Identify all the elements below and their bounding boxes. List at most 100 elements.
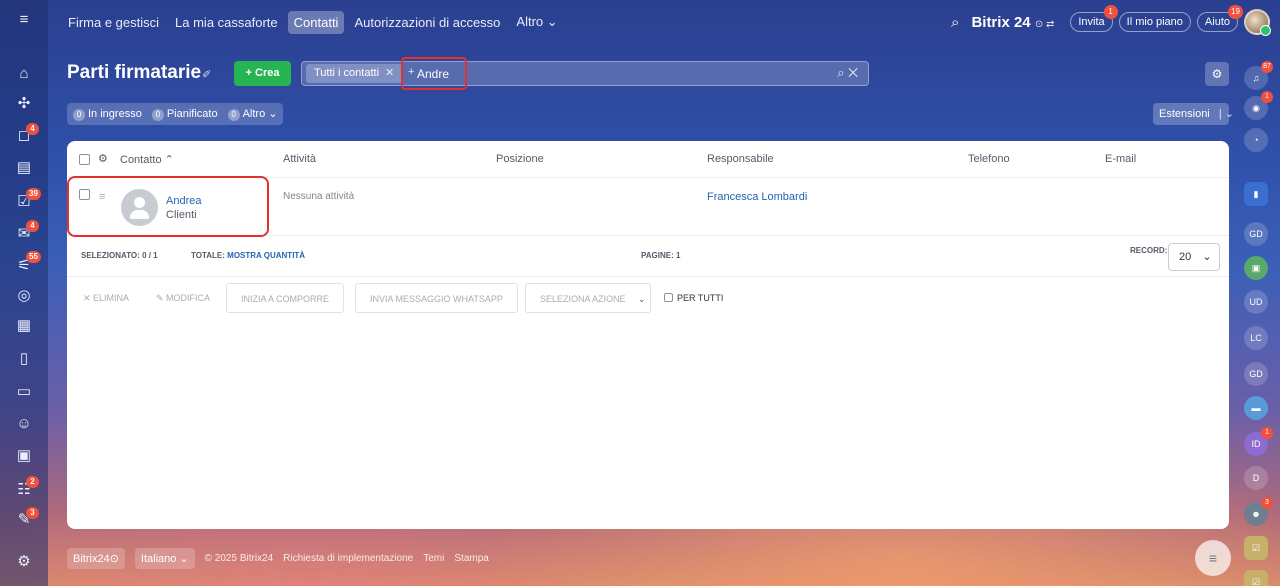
settings-icon[interactable]: ⚙	[14, 552, 34, 572]
select-action-dropdown[interactable]: SELEZIONA AZIONE ⌄	[525, 283, 651, 313]
contact-avatar-7[interactable]: ID 1	[1244, 427, 1273, 456]
for-all-checkbox[interactable]	[664, 293, 673, 303]
search-icon[interactable]: ⌕	[837, 65, 844, 80]
home-icon[interactable]: ⌂	[14, 64, 34, 84]
grid-footer: SELEZIONATO: 0 / 1 TOTALE: MOSTRA QUANTI…	[67, 236, 1229, 277]
invite-badge: 1	[1103, 5, 1118, 19]
counter-planned[interactable]: 0 Pianificato	[151, 108, 218, 121]
bookmark-icon[interactable]: ▮	[1244, 182, 1268, 206]
my-plan-button[interactable]: Il mio piano	[1118, 12, 1191, 32]
implementation-link[interactable]: Richiesta di implementazione	[283, 553, 413, 564]
nav-autorizzazioni[interactable]: Autorizzazioni di accesso	[348, 11, 506, 34]
counter-incoming[interactable]: 0 In ingresso	[73, 108, 142, 121]
print-link[interactable]: Stampa	[454, 553, 488, 564]
for-all-option[interactable]: PER TUTTI	[664, 283, 723, 313]
contact-avatar-5[interactable]: GD	[1244, 362, 1268, 386]
task-icon-2[interactable]: ☑	[1244, 570, 1268, 586]
pages-count: PAGINE: 1	[641, 251, 681, 260]
create-button[interactable]: + Crea	[234, 61, 291, 86]
language-select[interactable]: Italiano ⌄	[134, 547, 195, 569]
contact-avatar-2[interactable]: ▣	[1244, 256, 1268, 280]
highlight-row-frame	[67, 176, 269, 237]
task-icon[interactable]: ☑	[1244, 536, 1268, 560]
copyright: © 2025 Bitrix24	[204, 552, 274, 564]
nav-altro[interactable]: Altro ⌄	[510, 10, 563, 34]
bell-icon[interactable]: ♫ 87	[1244, 61, 1273, 90]
drive-icon[interactable]: ▭	[14, 382, 34, 402]
page-title: Parti firmatarie	[67, 62, 202, 83]
select-all-checkbox[interactable]	[79, 154, 90, 165]
compose-button[interactable]: INIZIA A COMPORRE	[226, 283, 345, 313]
grid-header: ⚙ Contatto ⌃ Attività Posizione Responsa…	[67, 141, 1229, 178]
contact-avatar-3[interactable]: UD	[1244, 290, 1268, 314]
contact-avatar-6[interactable]: ▬	[1244, 396, 1268, 420]
nav-contatti[interactable]: Contatti	[287, 10, 345, 34]
gear-icon[interactable]: ⚙	[1205, 62, 1229, 86]
filter-tag[interactable]: Tutti i contatti ✕	[306, 64, 403, 83]
highlight-search-frame	[401, 57, 467, 90]
contact-avatar-9[interactable]: ☻ 3	[1244, 497, 1273, 526]
search-icon[interactable]: ⌕	[951, 14, 959, 31]
column-phone[interactable]: Telefono	[968, 153, 1010, 165]
themes-link[interactable]: Temi	[423, 553, 444, 564]
clear-icon[interactable]: ✕	[848, 65, 858, 80]
records-label: RECORD:	[1130, 246, 1168, 255]
feed-icon[interactable]: ▤	[14, 158, 34, 178]
action-panel: ✕ ELIMINA ✎ MODIFICA INIZIA A COMPORRE I…	[67, 283, 1229, 313]
users-icon[interactable]: ☺	[14, 414, 34, 434]
column-activity[interactable]: Attività	[283, 153, 316, 165]
top-navigation: Firma e gestisci La mia cassaforte Conta…	[62, 9, 564, 35]
delete-button[interactable]: ✕ ELIMINA	[83, 283, 129, 313]
top-right-area: ⌕ Bitrix 24 ⊙ ⇄ Invita 1 Il mio piano Aiu…	[951, 5, 1271, 36]
mail-badge: 4	[26, 220, 39, 232]
whatsapp-button[interactable]: INVIA MESSAGGIO WHATSAPP	[355, 283, 518, 313]
contact-avatar-8[interactable]: D	[1244, 466, 1268, 490]
column-settings-icon[interactable]: ⚙	[98, 152, 108, 165]
help-badge: 19	[1228, 5, 1243, 19]
column-email[interactable]: E-mail	[1105, 153, 1136, 165]
show-quantity-link[interactable]: MOSTRA QUANTITÀ	[227, 251, 305, 260]
nav-cassaforte[interactable]: La mia cassaforte	[169, 11, 284, 34]
total-count: TOTALE: MOSTRA QUANTITÀ	[191, 251, 306, 260]
chat-badge: 4	[26, 123, 39, 135]
user-avatar[interactable]	[1244, 9, 1271, 36]
pulse-icon[interactable]: ◉ 1	[1244, 91, 1273, 120]
help-button[interactable]: Aiuto 19	[1196, 5, 1243, 32]
menu-icon[interactable]: ≡	[14, 10, 34, 30]
pulse-badge: 1	[1261, 91, 1273, 103]
remove-filter-icon[interactable]: ✕	[385, 67, 394, 79]
column-contact[interactable]: Contatto ⌃	[120, 153, 174, 166]
brand-logo: Bitrix 24 ⊙ ⇄	[971, 13, 1055, 31]
sign-icon[interactable]: ▣	[14, 446, 34, 466]
counter-other[interactable]: 0 Altro ⌄	[227, 107, 277, 121]
contact-badge: 1	[1261, 427, 1273, 439]
document-icon[interactable]: ▯	[14, 349, 34, 369]
menu-fab-icon[interactable]: ≡	[1195, 540, 1231, 576]
target-icon[interactable]: ◎	[14, 286, 34, 306]
contact-avatar-4[interactable]: LC	[1244, 326, 1268, 350]
chevron-down-icon: ⌄	[1202, 251, 1212, 263]
column-position[interactable]: Posizione	[496, 153, 544, 165]
chevron-down-icon: | ⌄	[1218, 108, 1234, 120]
messenger-icon[interactable]: ◔	[1244, 128, 1268, 152]
records-select[interactable]: 20 ⌄	[1168, 243, 1220, 271]
nav-firma[interactable]: Firma e gestisci	[62, 11, 165, 34]
pin-icon[interactable]: ✐	[202, 68, 211, 81]
calendar-icon[interactable]: ▦	[14, 316, 34, 336]
search-actions: ⌕ ✕	[837, 65, 858, 81]
workgroup-badge: 2	[26, 476, 39, 488]
invite-button[interactable]: Invita 1	[1070, 5, 1118, 32]
footer-brand[interactable]: Bitrix24⊙	[67, 547, 125, 569]
row-responsible-link[interactable]: Francesca Lombardi	[707, 191, 807, 203]
approve-badge: 3	[26, 507, 39, 519]
contact-avatar-1[interactable]: GD	[1244, 222, 1268, 246]
left-sidebar: ≡ ⌂ ✣ ◻ 4 ▤ ☑ 39 ✉ 4 ⚟ 55 ◎ ▦ ▯ ▭ ☺ ▣ ☷ …	[0, 0, 48, 586]
column-responsible[interactable]: Responsabile	[707, 153, 774, 165]
crm-badge: 55	[26, 251, 41, 263]
extensions-button[interactable]: Estensioni | ⌄	[1153, 103, 1234, 125]
search-box[interactable]: Tutti i contatti✕ + ⌕ ✕	[301, 61, 869, 86]
edit-button[interactable]: ✎ MODIFICA	[156, 283, 210, 313]
status-dot	[1260, 25, 1271, 36]
copilot-icon[interactable]: ✣	[14, 94, 34, 114]
row-activity[interactable]: Nessuna attività	[283, 191, 354, 202]
